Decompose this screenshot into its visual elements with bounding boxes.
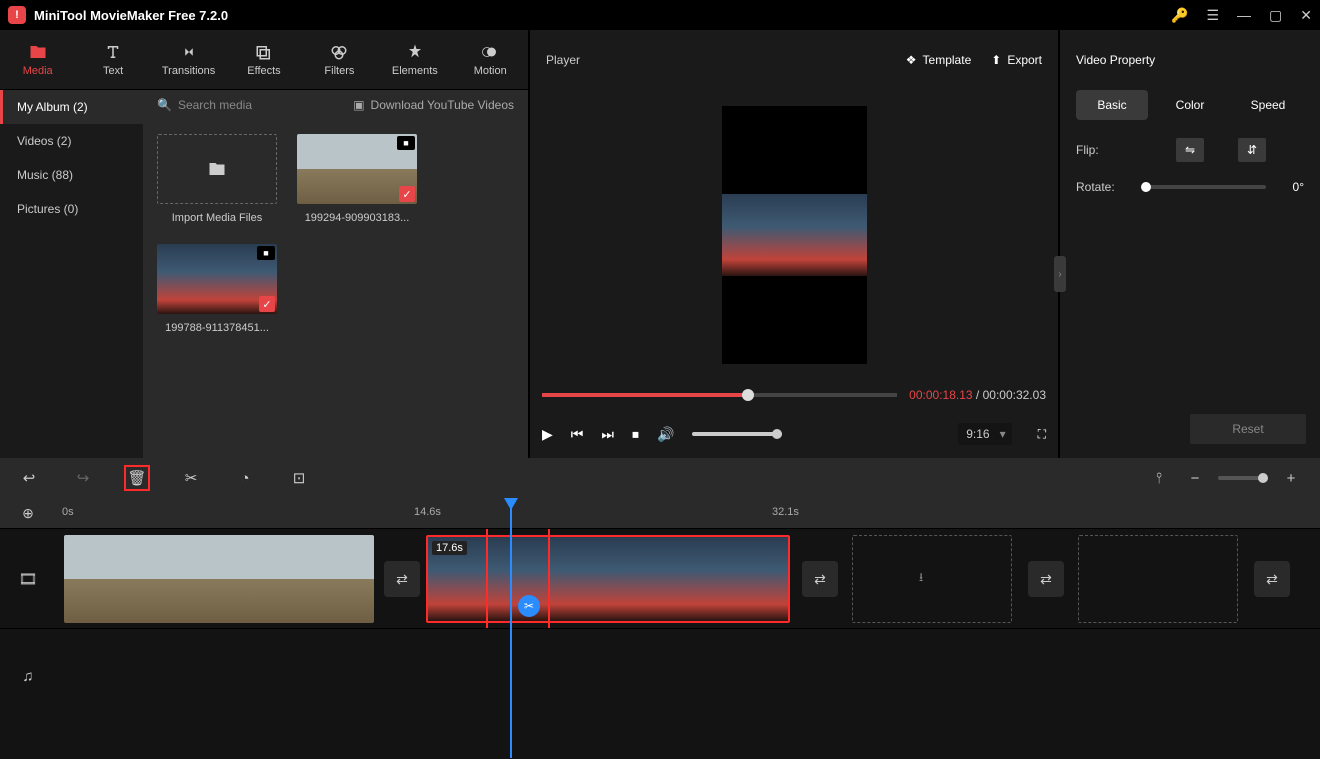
- play-button[interactable]: ▶: [542, 426, 553, 443]
- video-badge-icon: ■: [257, 246, 275, 260]
- sidebar-item-pictures[interactable]: Pictures (0): [0, 192, 143, 226]
- checkmark-icon: ✓: [259, 296, 275, 312]
- split-marker-handle[interactable]: ✂: [518, 595, 540, 617]
- property-panel-title: Video Property: [1060, 30, 1320, 90]
- clip-placeholder-2[interactable]: [1078, 535, 1238, 623]
- tab-text[interactable]: Text: [75, 30, 150, 89]
- delete-button[interactable]: 🗑: [124, 465, 150, 491]
- fullscreen-icon[interactable]: ⛶: [1038, 427, 1046, 442]
- tab-motion[interactable]: Motion: [453, 30, 528, 89]
- search-icon: 🔍: [157, 98, 172, 112]
- undo-button[interactable]: ↩: [16, 465, 42, 491]
- speed-button[interactable]: ◔: [232, 465, 258, 491]
- main-tabs: Media Text Transitions Effects Filters E…: [0, 30, 528, 90]
- zoom-slider[interactable]: [1218, 476, 1268, 480]
- clip-placeholder-1[interactable]: ⭳: [852, 535, 1012, 623]
- media-thumb-1[interactable]: ■ ✓ 199294-909903183...: [297, 134, 417, 224]
- download-icon: ⭳: [919, 568, 923, 589]
- tab-media[interactable]: Media: [0, 30, 75, 89]
- download-youtube-button[interactable]: ▣ Download YouTube Videos: [353, 98, 514, 112]
- progress-handle[interactable]: [742, 389, 754, 401]
- import-media-button[interactable]: Import Media Files: [157, 134, 277, 224]
- sidebar-item-music[interactable]: Music (88): [0, 158, 143, 192]
- video-badge-icon: ■: [397, 136, 415, 150]
- clip-duration-label: 17.6s: [432, 541, 467, 555]
- flip-label: Flip:: [1076, 143, 1136, 157]
- split-button[interactable]: ✂: [178, 465, 204, 491]
- playhead[interactable]: [510, 498, 512, 758]
- rotate-label: Rotate:: [1076, 180, 1136, 194]
- sidebar-item-myalbum[interactable]: My Album (2): [0, 90, 143, 124]
- tab-filters[interactable]: Filters: [302, 30, 377, 89]
- prop-tab-basic[interactable]: Basic: [1076, 90, 1148, 120]
- zoom-in-button[interactable]: +: [1278, 465, 1304, 491]
- crop-button[interactable]: ⊡: [286, 465, 312, 491]
- youtube-icon: ▣: [353, 98, 364, 112]
- preview-frame: [722, 194, 867, 276]
- player-stage: [530, 90, 1058, 380]
- video-track-icon[interactable]: 🎞: [0, 570, 56, 588]
- player-canvas[interactable]: [722, 106, 867, 364]
- export-button[interactable]: ⬆ Export: [991, 53, 1042, 67]
- sidebar-item-videos[interactable]: Videos (2): [0, 124, 143, 158]
- redo-button[interactable]: ↪: [70, 465, 96, 491]
- timeline-clip-1[interactable]: [64, 535, 374, 623]
- reset-button[interactable]: Reset: [1190, 414, 1306, 444]
- menu-icon[interactable]: ☰: [1206, 7, 1219, 24]
- minimize-icon[interactable]: —: [1237, 7, 1251, 23]
- app-logo: !: [8, 6, 26, 24]
- transition-slot-3[interactable]: ⇄: [1028, 561, 1064, 597]
- app-title: MiniTool MovieMaker Free 7.2.0: [34, 8, 1171, 23]
- maximize-icon[interactable]: ▢: [1269, 7, 1282, 24]
- search-input[interactable]: 🔍 Search media: [157, 98, 345, 112]
- prop-tab-speed[interactable]: Speed: [1232, 90, 1304, 120]
- zoom-out-button[interactable]: −: [1182, 465, 1208, 491]
- next-frame-button[interactable]: ⏭: [601, 426, 614, 443]
- license-key-icon[interactable]: 🔑: [1171, 7, 1188, 24]
- panel-collapse-grip[interactable]: ›: [1054, 256, 1066, 292]
- timeline-ruler[interactable]: 0s 14.6s 32.1s: [56, 498, 1320, 528]
- flip-vertical-button[interactable]: ⇵: [1238, 138, 1266, 162]
- prev-frame-button[interactable]: ⏮: [571, 426, 584, 443]
- volume-icon[interactable]: 🔊: [657, 426, 674, 443]
- close-icon[interactable]: ✕: [1300, 7, 1312, 24]
- volume-slider[interactable]: [692, 432, 782, 436]
- player-label: Player: [546, 53, 886, 67]
- media-thumb-2[interactable]: ■ ✓ 199788-911378451...: [157, 244, 277, 334]
- time-display: 00:00:18.13 / 00:00:32.03: [909, 388, 1046, 402]
- transition-slot-1[interactable]: ⇄: [384, 561, 420, 597]
- fit-button[interactable]: ⫯: [1146, 465, 1172, 491]
- export-icon: ⬆: [991, 53, 1001, 67]
- add-track-button[interactable]: ⊕: [0, 505, 56, 522]
- audio-track-icon[interactable]: ♫: [0, 668, 56, 685]
- tab-transitions[interactable]: Transitions: [151, 30, 226, 89]
- prop-tab-color[interactable]: Color: [1154, 90, 1226, 120]
- audio-track[interactable]: [56, 629, 1320, 724]
- template-icon: ❖: [906, 53, 917, 67]
- tab-elements[interactable]: Elements: [377, 30, 452, 89]
- checkmark-icon: ✓: [399, 186, 415, 202]
- stop-button[interactable]: ⏹: [632, 426, 639, 443]
- transition-slot-2[interactable]: ⇄: [802, 561, 838, 597]
- transition-slot-4[interactable]: ⇄: [1254, 561, 1290, 597]
- tab-effects[interactable]: Effects: [226, 30, 301, 89]
- template-button[interactable]: ❖ Template: [906, 53, 971, 67]
- timeline-clip-2[interactable]: 17.6s ✂: [426, 535, 790, 623]
- flip-horizontal-button[interactable]: ⇋: [1176, 138, 1204, 162]
- rotate-value: 0°: [1276, 180, 1304, 194]
- media-sidebar: My Album (2) Videos (2) Music (88) Pictu…: [0, 90, 143, 458]
- progress-track[interactable]: [542, 393, 897, 397]
- aspect-ratio-select[interactable]: 9:16: [958, 423, 1011, 445]
- rotate-slider[interactable]: [1146, 185, 1266, 189]
